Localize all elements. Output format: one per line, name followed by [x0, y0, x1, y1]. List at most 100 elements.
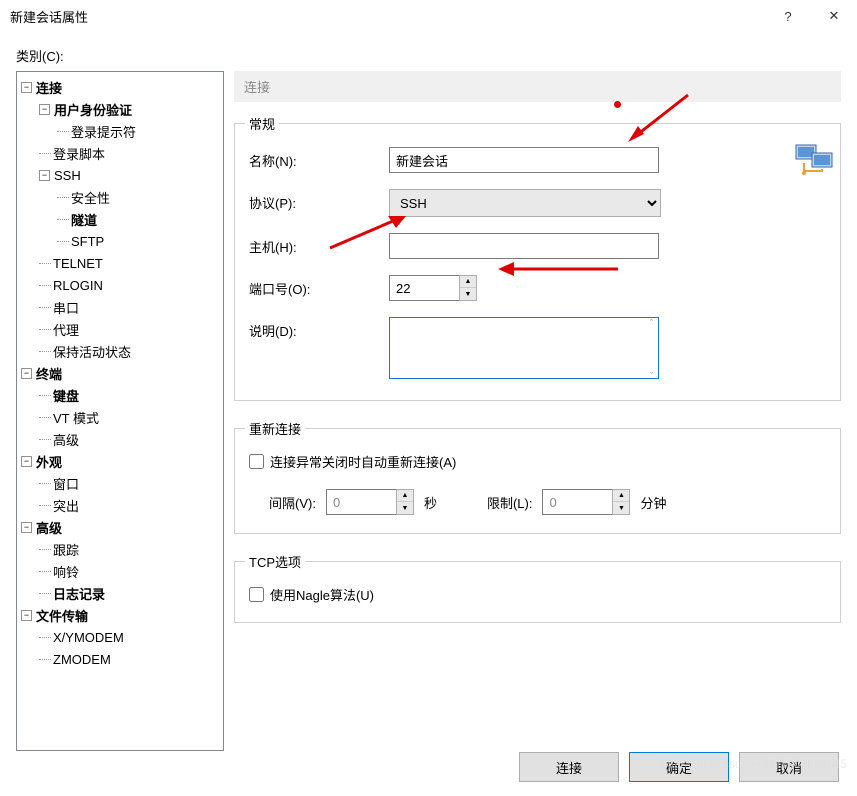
limit-down-button: ▼ — [613, 502, 629, 514]
input-name[interactable] — [389, 147, 659, 173]
tree-connector-icon — [39, 593, 51, 594]
select-protocol[interactable]: SSH — [389, 189, 661, 217]
tree-item-label: 用户身份验证 — [54, 100, 132, 119]
tree-connector-icon — [57, 197, 69, 198]
tree-item[interactable]: −用户身份验证 — [19, 98, 221, 120]
tree-item[interactable]: −文件传输 — [19, 604, 221, 626]
label-interval: 间隔(V): — [269, 493, 316, 512]
tree-item[interactable]: 保持活动状态 — [19, 340, 221, 362]
tree-expander-icon[interactable]: − — [21, 522, 32, 533]
port-spinner[interactable]: ▲▼ — [389, 275, 477, 301]
port-up-button[interactable]: ▲ — [460, 276, 476, 288]
tree-item[interactable]: 高级 — [19, 428, 221, 450]
tree-item-label: VT 模式 — [53, 408, 99, 427]
tree-item-label: TELNET — [53, 256, 103, 271]
scroll-up-icon[interactable]: ˆ — [643, 318, 660, 328]
label-nagle: 使用Nagle算法(U) — [270, 585, 374, 604]
tree-item[interactable]: −连接 — [19, 76, 221, 98]
textarea-description[interactable] — [389, 317, 659, 379]
tree-item[interactable]: ZMODEM — [19, 648, 221, 670]
tree-expander-icon[interactable]: − — [39, 170, 50, 181]
help-button[interactable]: ? — [765, 0, 811, 32]
cancel-button[interactable]: 取消 — [739, 752, 839, 782]
tree-item-label: SFTP — [71, 234, 104, 249]
tree-item[interactable]: 窗口 — [19, 472, 221, 494]
tree-item[interactable]: 响铃 — [19, 560, 221, 582]
tree-connector-icon — [57, 219, 69, 220]
close-icon: ✕ — [829, 8, 840, 24]
label-port: 端口号(O): — [249, 275, 389, 298]
tree-connector-icon — [39, 395, 51, 396]
category-tree[interactable]: −连接−用户身份验证登录提示符登录脚本−SSH安全性隧道SFTPTELNETRL… — [16, 71, 224, 751]
checkbox-auto-reconnect[interactable] — [249, 454, 264, 469]
tree-expander-icon[interactable]: − — [21, 610, 32, 621]
tree-connector-icon — [39, 659, 51, 660]
tree-item-label: SSH — [54, 168, 81, 183]
annotation-dot — [614, 101, 621, 108]
group-general: 常规 名称(N): — [234, 114, 841, 401]
tree-item-label: RLOGIN — [53, 278, 103, 293]
tree-item-label: 外观 — [36, 452, 62, 471]
tree-connector-icon — [39, 263, 51, 264]
settings-panel: 连接 常规 名称(N): — [234, 71, 841, 751]
tree-connector-icon — [39, 153, 51, 154]
tree-item-label: 终端 — [36, 364, 62, 383]
tree-item-label: 文件传输 — [36, 606, 88, 625]
tree-connector-icon — [39, 571, 51, 572]
group-reconnect: 重新连接 连接异常关闭时自动重新连接(A) 间隔(V): ▲▼ 秒 限制(L): — [234, 419, 841, 534]
tree-expander-icon[interactable]: − — [39, 104, 50, 115]
checkbox-nagle[interactable] — [249, 587, 264, 602]
label-protocol: 协议(P): — [249, 189, 389, 212]
desc-scroll[interactable]: ˆˇ — [643, 318, 660, 381]
tree-item[interactable]: −SSH — [19, 164, 221, 186]
tree-item[interactable]: 串口 — [19, 296, 221, 318]
tree-item-label: 响铃 — [53, 562, 79, 581]
input-port[interactable] — [389, 275, 459, 301]
tree-item[interactable]: −终端 — [19, 362, 221, 384]
label-limit: 限制(L): — [487, 493, 533, 512]
tree-item[interactable]: VT 模式 — [19, 406, 221, 428]
input-interval — [326, 489, 396, 515]
panel-header: 连接 — [234, 71, 841, 102]
tree-item[interactable]: RLOGIN — [19, 274, 221, 296]
tree-item[interactable]: 日志记录 — [19, 582, 221, 604]
tree-expander-icon[interactable]: − — [21, 82, 32, 93]
tree-item[interactable]: SFTP — [19, 230, 221, 252]
ok-button[interactable]: 确定 — [629, 752, 729, 782]
tree-item[interactable]: 隧道 — [19, 208, 221, 230]
tree-item[interactable]: X/YMODEM — [19, 626, 221, 648]
tree-expander-icon[interactable]: − — [21, 368, 32, 379]
tree-item-label: 高级 — [53, 430, 79, 449]
tree-item[interactable]: 突出 — [19, 494, 221, 516]
tree-item[interactable]: −高级 — [19, 516, 221, 538]
port-down-button[interactable]: ▼ — [460, 288, 476, 300]
close-button[interactable]: ✕ — [811, 0, 857, 32]
tree-item[interactable]: −外观 — [19, 450, 221, 472]
tree-item-label: 登录提示符 — [71, 122, 136, 141]
scroll-down-icon[interactable]: ˇ — [643, 371, 660, 381]
connect-button[interactable]: 连接 — [519, 752, 619, 782]
tree-connector-icon — [39, 329, 51, 330]
tree-connector-icon — [39, 505, 51, 506]
tree-item-label: 保持活动状态 — [53, 342, 131, 361]
tree-item[interactable]: 登录提示符 — [19, 120, 221, 142]
legend-tcp: TCP选项 — [245, 552, 305, 571]
tree-item[interactable]: 安全性 — [19, 186, 221, 208]
tree-expander-icon[interactable]: − — [21, 456, 32, 467]
tree-item-label: 串口 — [53, 298, 79, 317]
group-tcp: TCP选项 使用Nagle算法(U) — [234, 552, 841, 623]
input-limit — [542, 489, 612, 515]
category-label: 类別(C): — [16, 46, 841, 65]
tree-connector-icon — [39, 285, 51, 286]
tree-connector-icon — [39, 637, 51, 638]
input-host[interactable] — [389, 233, 659, 259]
tree-item[interactable]: 代理 — [19, 318, 221, 340]
label-auto-reconnect: 连接异常关闭时自动重新连接(A) — [270, 452, 456, 471]
tree-connector-icon — [39, 439, 51, 440]
tree-item[interactable]: TELNET — [19, 252, 221, 274]
tree-item[interactable]: 跟踪 — [19, 538, 221, 560]
tree-item-label: 隧道 — [71, 210, 97, 229]
tree-item-label: X/YMODEM — [53, 630, 124, 645]
tree-item[interactable]: 键盘 — [19, 384, 221, 406]
tree-item[interactable]: 登录脚本 — [19, 142, 221, 164]
